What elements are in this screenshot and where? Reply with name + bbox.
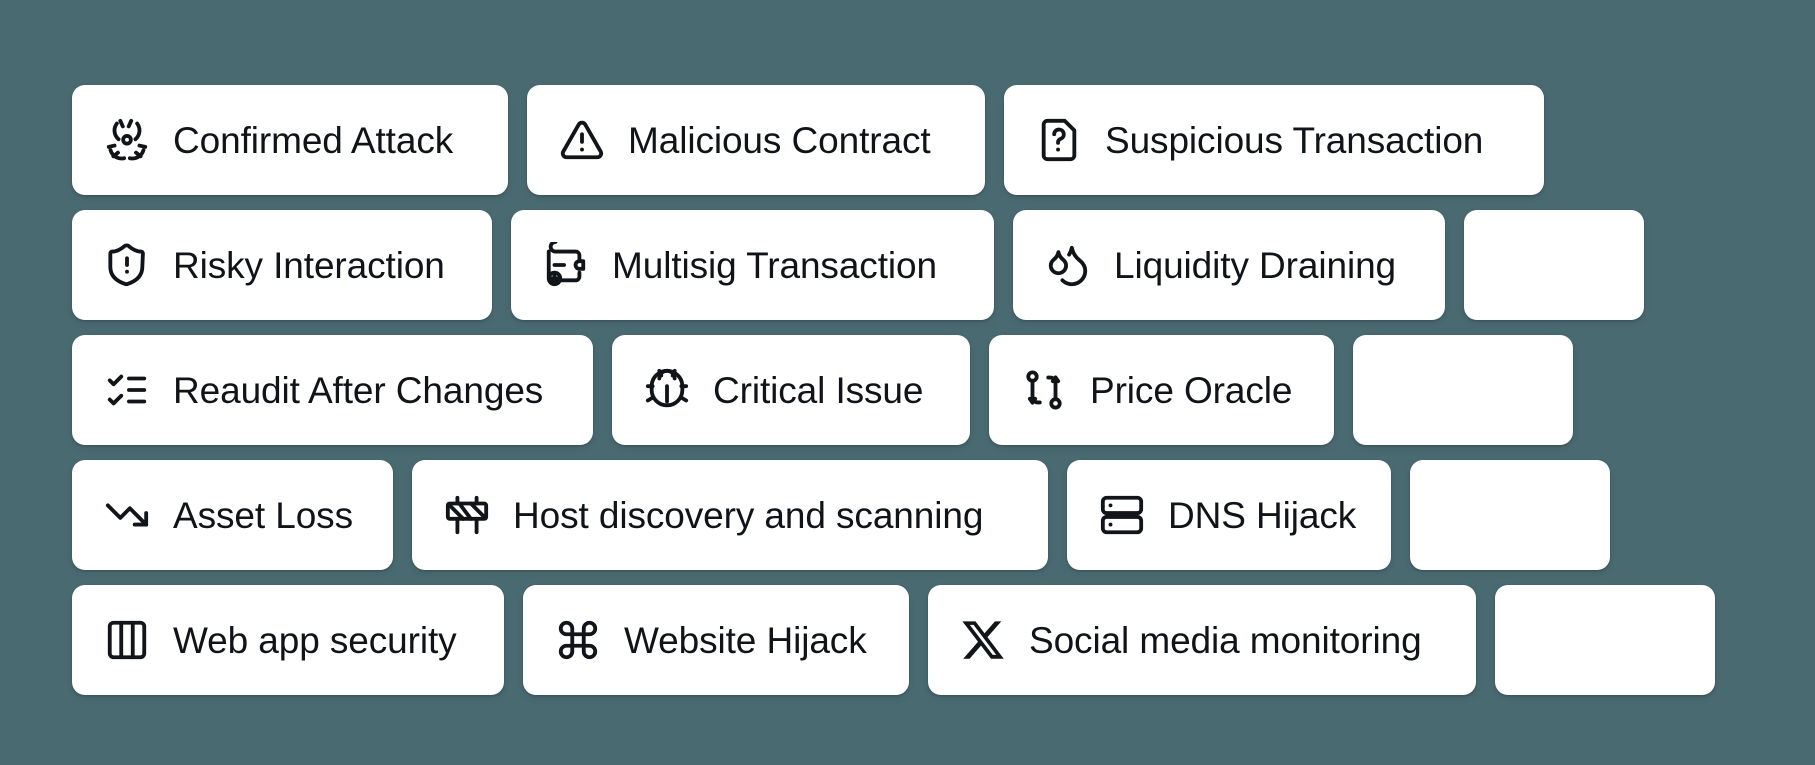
tag-chip-placeholder[interactable] (1464, 210, 1644, 320)
tag-chip-reaudit-after-changes[interactable]: Reaudit After Changes (72, 335, 593, 445)
biohazard-icon (104, 117, 150, 163)
tag-chip-label: Malicious Contract (628, 119, 931, 161)
tag-chip-social-media-monitoring[interactable]: Social media monitoring (928, 585, 1476, 695)
chip-row: Confirmed Attack Malicious Contract Suspic… (72, 85, 1815, 195)
tag-chip-label: Price Oracle (1090, 369, 1293, 411)
file-question-icon (1036, 117, 1082, 163)
tag-chip-dns-hijack[interactable]: DNS Hijack (1067, 460, 1391, 570)
tag-chip-label: Liquidity Draining (1114, 244, 1397, 286)
tag-chip-label: Critical Issue (713, 369, 924, 411)
tag-chip-asset-loss[interactable]: Asset Loss (72, 460, 393, 570)
tag-chip-label: Web app security (173, 619, 457, 661)
tag-chip-website-hijack[interactable]: Website Hijack (523, 585, 909, 695)
chip-board: Confirmed Attack Malicious Contract Suspic… (0, 0, 1815, 765)
tag-chip-label: Multisig Transaction (612, 244, 937, 286)
shield-alert-icon (104, 242, 150, 288)
chip-row: Reaudit After Changes Critical Issue Price… (72, 335, 1815, 445)
tag-chip-label: Suspicious Transaction (1105, 119, 1484, 161)
chip-row: Web app security Website Hijack Social med… (72, 585, 1815, 695)
tag-chip-label: Website Hijack (624, 619, 867, 661)
columns-icon (104, 617, 150, 663)
tag-chip-malicious-contract[interactable]: Malicious Contract (527, 85, 985, 195)
triangle-alert-icon (559, 117, 605, 163)
tag-chip-label: Asset Loss (173, 494, 353, 536)
tag-chip-label: Reaudit After Changes (173, 369, 544, 411)
tag-chip-price-oracle[interactable]: Price Oracle (989, 335, 1334, 445)
tag-chip-placeholder[interactable] (1353, 335, 1573, 445)
tag-chip-placeholder[interactable] (1410, 460, 1610, 570)
tag-chip-placeholder[interactable] (1495, 585, 1715, 695)
tag-chip-label: Host discovery and scanning (513, 494, 984, 536)
tag-chip-label: Risky Interaction (173, 244, 445, 286)
tag-chip-liquidity-draining[interactable]: Liquidity Draining (1013, 210, 1445, 320)
x-logo-icon (960, 617, 1006, 663)
tag-chip-host-discovery-and-scanning[interactable]: Host discovery and scanning (412, 460, 1048, 570)
tag-chip-label: Confirmed Attack (173, 119, 454, 161)
list-checks-icon (104, 367, 150, 413)
droplets-icon (1045, 242, 1091, 288)
tag-chip-risky-interaction[interactable]: Risky Interaction (72, 210, 492, 320)
tag-chip-label: DNS Hijack (1168, 494, 1357, 536)
tag-chip-suspicious-transaction[interactable]: Suspicious Transaction (1004, 85, 1544, 195)
command-icon (555, 617, 601, 663)
tag-chip-multisig-transaction[interactable]: Multisig Transaction (511, 210, 994, 320)
chip-row: Risky Interaction Multisig Transaction Liq… (72, 210, 1815, 320)
tag-chip-critical-issue[interactable]: Critical Issue (612, 335, 970, 445)
construction-barrier-icon (444, 492, 490, 538)
arrows-swap-icon (1021, 367, 1067, 413)
server-icon (1099, 492, 1145, 538)
tag-chip-web-app-security[interactable]: Web app security (72, 585, 504, 695)
chip-row: Asset Loss Host discovery and scanning DNS… (72, 460, 1815, 570)
tag-chip-label: Social media monitoring (1029, 619, 1422, 661)
tag-chip-confirmed-attack[interactable]: Confirmed Attack (72, 85, 508, 195)
trending-down-icon (104, 492, 150, 538)
wallet-plus-icon (543, 242, 589, 288)
bug-icon (644, 367, 690, 413)
